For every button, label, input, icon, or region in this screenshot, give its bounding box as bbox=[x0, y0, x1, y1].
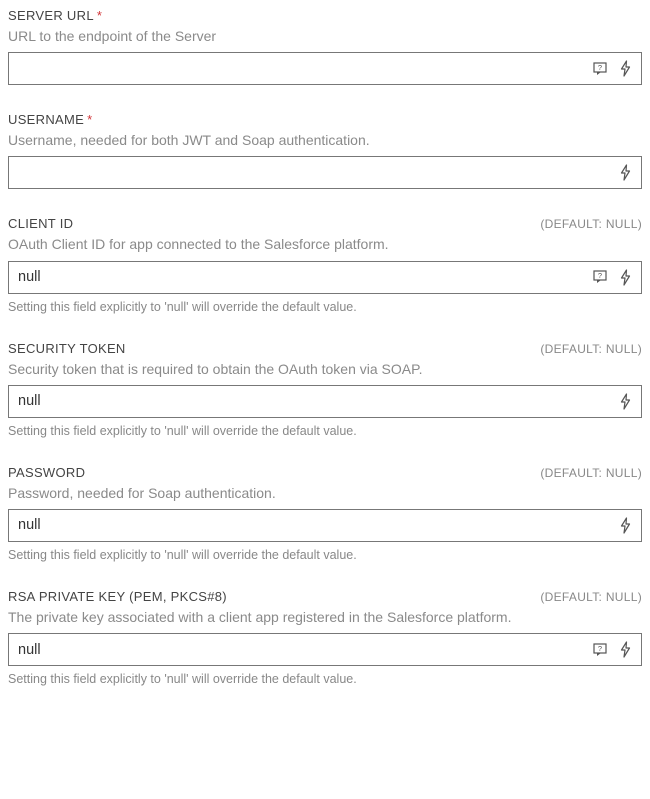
field-label: RSA PRIVATE KEY (PEM, PKCS#8) bbox=[8, 589, 227, 604]
field-input[interactable] bbox=[9, 510, 616, 541]
help-icon[interactable]: ? bbox=[592, 641, 610, 659]
bolt-icon[interactable] bbox=[616, 60, 634, 78]
input-icons bbox=[616, 164, 641, 182]
field-label: CLIENT ID bbox=[8, 216, 73, 231]
field-description: Username, needed for both JWT and Soap a… bbox=[8, 131, 642, 149]
field-header: CLIENT ID (DEFAULT: NULL) bbox=[8, 216, 642, 231]
input-icons bbox=[616, 516, 641, 534]
input-wrapper bbox=[8, 156, 642, 189]
svg-text:?: ? bbox=[597, 643, 601, 652]
field-input[interactable] bbox=[9, 157, 616, 188]
field-note: Setting this field explicitly to 'null' … bbox=[8, 424, 642, 438]
field-header: SECURITY TOKEN (DEFAULT: NULL) bbox=[8, 341, 642, 356]
field-description: The private key associated with a client… bbox=[8, 608, 642, 626]
field-label: USERNAME* bbox=[8, 112, 92, 127]
input-icons: ? bbox=[592, 641, 641, 659]
field-group: PASSWORD (DEFAULT: NULL) Password, needed … bbox=[8, 465, 642, 562]
field-description: Security token that is required to obtai… bbox=[8, 360, 642, 378]
field-note: Setting this field explicitly to 'null' … bbox=[8, 300, 642, 314]
default-label: (DEFAULT: NULL) bbox=[540, 590, 642, 604]
svg-text:?: ? bbox=[597, 62, 601, 71]
field-note: Setting this field explicitly to 'null' … bbox=[8, 672, 642, 686]
field-header: USERNAME* bbox=[8, 112, 642, 127]
bolt-icon[interactable] bbox=[616, 516, 634, 534]
default-label: (DEFAULT: NULL) bbox=[540, 217, 642, 231]
svg-text:?: ? bbox=[597, 271, 601, 280]
default-label: (DEFAULT: NULL) bbox=[540, 466, 642, 480]
input-wrapper bbox=[8, 385, 642, 418]
field-label: SERVER URL* bbox=[8, 8, 102, 23]
help-icon[interactable]: ? bbox=[592, 268, 610, 286]
bolt-icon[interactable] bbox=[616, 641, 634, 659]
field-group: USERNAME* Username, needed for both JWT a… bbox=[8, 112, 642, 189]
field-group: CLIENT ID (DEFAULT: NULL) OAuth Client ID … bbox=[8, 216, 642, 313]
field-group: SERVER URL* URL to the endpoint of the Se… bbox=[8, 8, 642, 85]
field-label: PASSWORD bbox=[8, 465, 85, 480]
field-group: SECURITY TOKEN (DEFAULT: NULL) Security to… bbox=[8, 341, 642, 438]
input-icons bbox=[616, 392, 641, 410]
field-input[interactable] bbox=[9, 53, 592, 84]
required-asterisk: * bbox=[97, 8, 102, 23]
field-header: PASSWORD (DEFAULT: NULL) bbox=[8, 465, 642, 480]
input-wrapper: ? bbox=[8, 261, 642, 294]
input-icons: ? bbox=[592, 60, 641, 78]
field-group: RSA PRIVATE KEY (PEM, PKCS#8) (DEFAULT: N… bbox=[8, 589, 642, 686]
input-wrapper: ? bbox=[8, 633, 642, 666]
required-asterisk: * bbox=[87, 112, 92, 127]
input-icons: ? bbox=[592, 268, 641, 286]
field-header: RSA PRIVATE KEY (PEM, PKCS#8) (DEFAULT: N… bbox=[8, 589, 642, 604]
field-input[interactable] bbox=[9, 386, 616, 417]
bolt-icon[interactable] bbox=[616, 392, 634, 410]
help-icon[interactable]: ? bbox=[592, 60, 610, 78]
field-header: SERVER URL* bbox=[8, 8, 642, 23]
field-input[interactable] bbox=[9, 262, 592, 293]
input-wrapper bbox=[8, 509, 642, 542]
field-input[interactable] bbox=[9, 634, 592, 665]
default-label: (DEFAULT: NULL) bbox=[540, 342, 642, 356]
field-description: OAuth Client ID for app connected to the… bbox=[8, 235, 642, 253]
bolt-icon[interactable] bbox=[616, 164, 634, 182]
field-description: Password, needed for Soap authentication… bbox=[8, 484, 642, 502]
bolt-icon[interactable] bbox=[616, 268, 634, 286]
field-label: SECURITY TOKEN bbox=[8, 341, 126, 356]
field-description: URL to the endpoint of the Server bbox=[8, 27, 642, 45]
field-note: Setting this field explicitly to 'null' … bbox=[8, 548, 642, 562]
input-wrapper: ? bbox=[8, 52, 642, 85]
